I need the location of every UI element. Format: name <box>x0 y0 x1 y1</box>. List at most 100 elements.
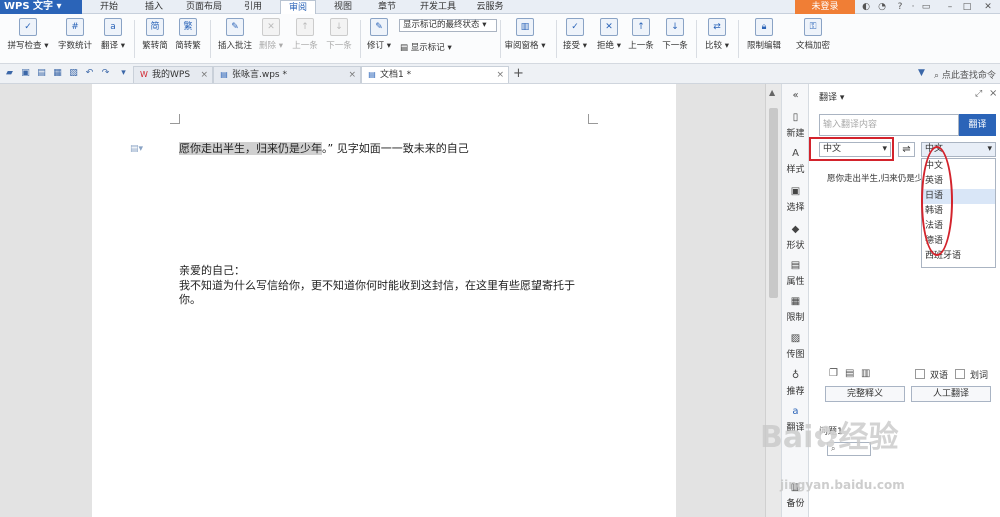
panel-title[interactable]: 翻译 ▾ <box>819 90 844 103</box>
insert-icon[interactable]: ▤ <box>845 368 854 379</box>
paint-icon[interactable]: ▼ <box>916 68 927 79</box>
close-tab-icon[interactable]: × <box>200 67 208 83</box>
revise-icon: ✎ <box>370 18 388 36</box>
next-change-icon: ↓ <box>666 18 684 36</box>
tab-chapter[interactable]: 章节 <box>370 0 404 14</box>
doc-greeting[interactable]: 亲爱的自己： <box>179 264 245 278</box>
chevron-down-icon: ▾ <box>987 144 992 154</box>
compare-button[interactable]: ⇄ 比较 ▾ <box>702 18 732 62</box>
property-icon: ▤ <box>790 260 801 271</box>
accept-button[interactable]: ✓ 接受 ▾ <box>560 18 590 62</box>
next-comment-button[interactable]: ↓ 下一条 <box>324 18 354 62</box>
panel-expand-icon[interactable]: ⤢ <box>975 89 982 99</box>
tab-view[interactable]: 视图 <box>326 0 360 14</box>
clear-icon[interactable]: ▥ <box>861 368 870 379</box>
tab-reference[interactable]: 引用 <box>236 0 270 14</box>
delete-icon: ✕ <box>262 18 280 36</box>
tab-insert[interactable]: 插入 <box>137 0 171 14</box>
help-icon[interactable]: ? <box>894 1 906 13</box>
margin-corner <box>588 114 598 124</box>
shape-icon: ◆ <box>791 224 800 235</box>
human-translate-button[interactable]: 人工翻译 <box>911 386 991 402</box>
close-tab-icon[interactable]: × <box>348 67 356 83</box>
swap-lang-button[interactable]: ⇌ <box>898 142 915 157</box>
login-button[interactable]: 未登录 <box>795 0 855 14</box>
sidebar-item-style[interactable]: A 样式 <box>782 148 809 175</box>
open-folder-icon[interactable]: ▰ <box>4 68 15 79</box>
minimize-icon[interactable]: – <box>944 1 956 13</box>
doc-encrypt-button[interactable]: ⚿ 文档加密 <box>792 18 834 62</box>
restrict-edit-button[interactable]: 🔒︎ 限制编辑 <box>743 18 785 62</box>
bilingual-checkbox[interactable] <box>915 369 925 379</box>
doc-body[interactable]: 我不知道为什么写信给你，更不知道你何时能收到这封信，在这里有些愿望寄托于你。 <box>179 279 591 307</box>
prev-comment-button[interactable]: ↑ 上一条 <box>290 18 320 62</box>
maximize-icon[interactable]: □ <box>961 1 973 13</box>
export-icon[interactable]: ▤ <box>36 68 47 79</box>
app-menu-button[interactable]: WPS 文字 ▾ <box>0 0 82 14</box>
close-tab-icon[interactable]: × <box>496 67 504 83</box>
doc-line-1[interactable]: 愿你走出半生，归来仍是少年。” 见字如面一一致未来的自己 <box>179 142 469 156</box>
scroll-up-icon[interactable]: ▲ <box>769 88 775 97</box>
bilingual-label: 双语 <box>930 371 949 381</box>
new-tab-button[interactable]: + <box>513 66 524 81</box>
scroll-thumb[interactable] <box>769 108 778 298</box>
show-markup-button[interactable]: ▤ 显示标记 ▾ <box>400 41 452 53</box>
markup-state-select[interactable]: 显示标记的最终状态 ▾ <box>399 19 497 32</box>
close-icon[interactable]: ✕ <box>982 1 994 13</box>
undo-icon[interactable]: ↶ <box>84 68 95 79</box>
divider <box>696 20 697 58</box>
translate-input[interactable]: 输入翻译内容 <box>819 114 959 136</box>
recommend-icon: ♁ <box>791 370 800 381</box>
tab-page-layout[interactable]: 页面布局 <box>180 0 228 14</box>
spell-check-icon: ✓ <box>19 18 37 36</box>
sidebar-item-property[interactable]: ▤ 属性 <box>782 260 809 287</box>
customize-icon[interactable]: ▾ <box>118 68 129 79</box>
skin-icon[interactable]: ◐ <box>860 1 872 13</box>
tab-zhang-yongyan[interactable]: ▤ 张咏言.wps * × <box>213 66 361 83</box>
tab-my-wps[interactable]: W 我的WPS × <box>133 66 213 83</box>
word-count-icon: # <box>66 18 84 36</box>
translate-ribbon-button[interactable]: a 翻译 ▾ <box>98 18 128 62</box>
translate-button[interactable]: 翻译 <box>959 114 996 136</box>
source-lang-select[interactable]: 中文 ▾ <box>819 142 891 157</box>
to-traditional-button[interactable]: 繁简转繁 <box>172 18 204 62</box>
sidebar-item-upload-image[interactable]: ▨ 传图 <box>782 333 809 360</box>
redo-icon[interactable]: ↷ <box>100 68 111 79</box>
restore-icon[interactable]: ▭ <box>920 1 932 13</box>
command-search[interactable]: ⌕ 点此查找命令 <box>934 68 996 81</box>
prev-change-button[interactable]: ↑ 上一条 <box>626 18 656 62</box>
tab-document1[interactable]: ▤ 文档1 * × <box>361 66 509 83</box>
divider <box>738 20 739 58</box>
preview-icon[interactable]: ▧ <box>68 68 79 79</box>
next-change-button[interactable]: ↓ 下一条 <box>660 18 690 62</box>
print-icon[interactable]: ▦ <box>52 68 63 79</box>
spell-check-button[interactable]: ✓ 拼写检查 ▾ <box>6 18 50 62</box>
sidebar-item-expand[interactable]: « <box>782 90 809 104</box>
underline-checkbox[interactable] <box>955 369 965 379</box>
sidebar-item-new[interactable]: ▯ 新建 <box>782 112 809 139</box>
insert-comment-button[interactable]: ✎ 插入批注 <box>216 18 254 62</box>
encrypt-icon: ⚿ <box>804 18 822 36</box>
full-definition-button[interactable]: 完整释义 <box>825 386 905 402</box>
sidebar-item-shape[interactable]: ◆ 形状 <box>782 224 809 251</box>
reject-button[interactable]: ✕ 拒绝 ▾ <box>594 18 624 62</box>
save-icon[interactable]: ▣ <box>20 68 31 79</box>
sidebar-item-select[interactable]: ▣ 选择 <box>782 186 809 213</box>
review-pane-button[interactable]: ▥ 审阅窗格 ▾ <box>504 18 546 62</box>
delete-comment-button[interactable]: ✕ 删除 ▾ <box>256 18 286 62</box>
panel-close-icon[interactable]: × <box>989 88 997 99</box>
to-simplified-button[interactable]: 简繁转简 <box>140 18 170 62</box>
tab-cloud[interactable]: 云服务 <box>470 0 510 14</box>
tab-start[interactable]: 开始 <box>92 0 126 14</box>
more-icon[interactable]: · <box>907 1 919 13</box>
bell-icon[interactable]: ◔ <box>876 1 888 13</box>
revise-button[interactable]: ✎ 修订 ▾ <box>364 18 394 62</box>
sidebar-item-restrict[interactable]: ▦ 限制 <box>782 296 809 323</box>
copy-icon[interactable]: ❐ <box>829 368 838 379</box>
tab-review[interactable]: 审阅 <box>280 0 316 14</box>
tab-developer[interactable]: 开发工具 <box>414 0 462 14</box>
sidebar-item-recommend[interactable]: ♁ 推荐 <box>782 370 809 397</box>
word-count-button[interactable]: # 字数统计 <box>54 18 96 62</box>
document-page[interactable]: ▤▾ 愿你走出半生，归来仍是少年。” 见字如面一一致未来的自己 亲爱的自己： 我… <box>92 84 676 517</box>
paragraph-icon[interactable]: ▤▾ <box>130 144 143 154</box>
